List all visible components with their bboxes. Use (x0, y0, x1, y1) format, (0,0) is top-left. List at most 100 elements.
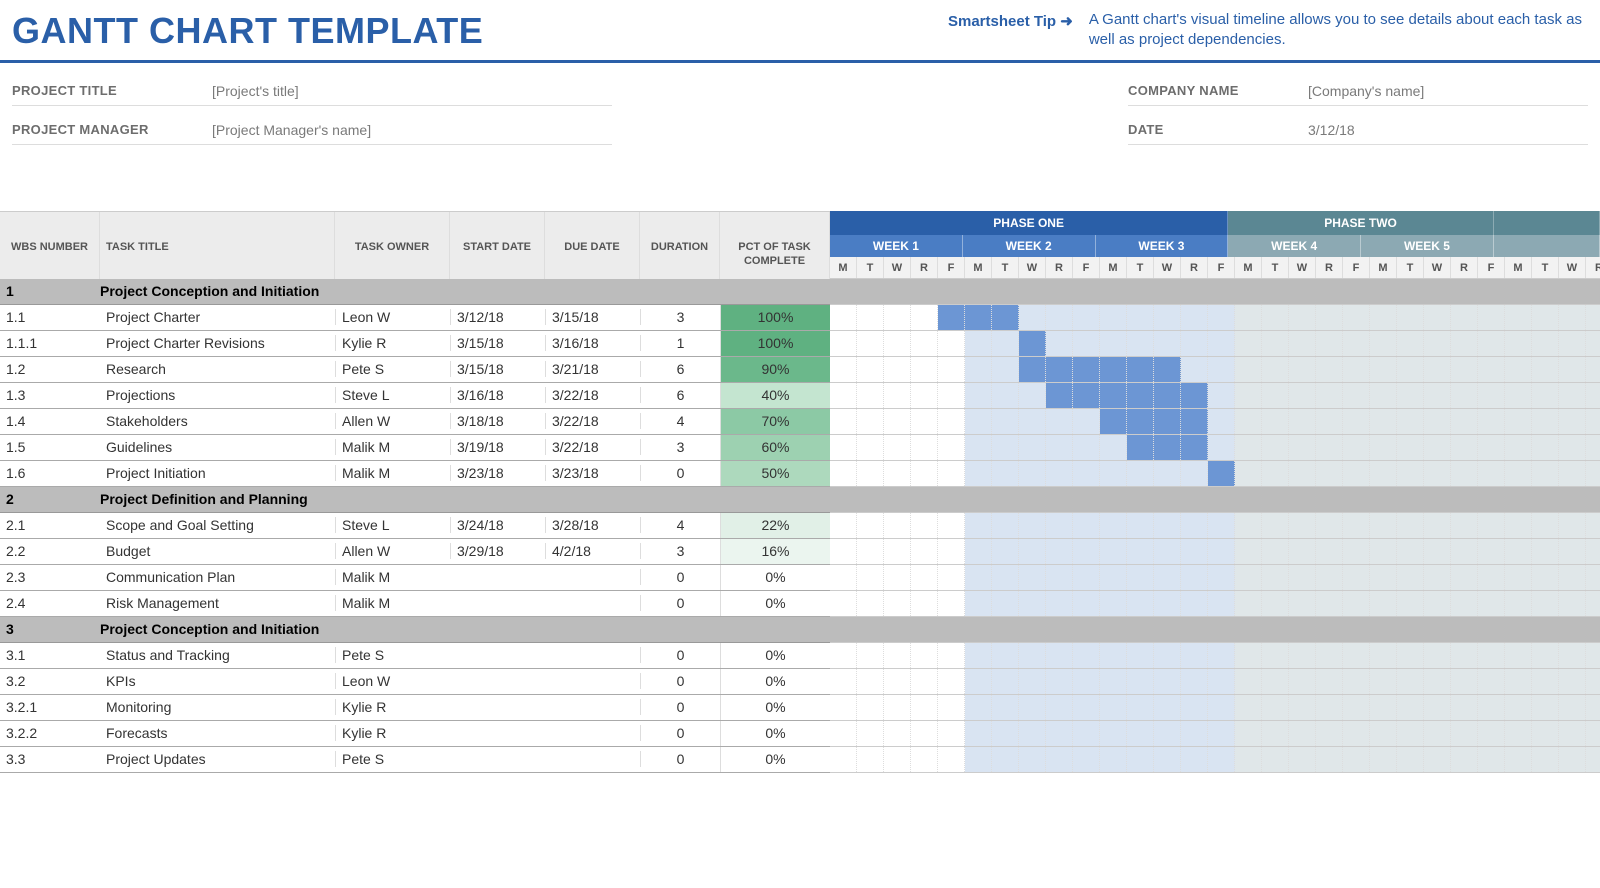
gantt-cell[interactable] (1559, 747, 1586, 772)
gantt-cell[interactable] (1127, 513, 1154, 538)
gantt-cell[interactable] (1370, 695, 1397, 720)
gantt-cell[interactable] (1100, 305, 1127, 330)
gantt-cell[interactable] (1154, 331, 1181, 356)
gantt-cell[interactable] (1235, 435, 1262, 460)
gantt-cell[interactable] (1127, 383, 1154, 408)
gantt-cell[interactable] (884, 305, 911, 330)
gantt-cell[interactable] (1478, 461, 1505, 486)
gantt-cell[interactable] (1532, 565, 1559, 590)
task-title[interactable]: Research (100, 361, 335, 377)
gantt-cell[interactable] (1073, 513, 1100, 538)
task-pct[interactable]: 0% (720, 591, 830, 616)
gantt-cell[interactable] (1100, 565, 1127, 590)
gantt-cell[interactable] (1181, 331, 1208, 356)
gantt-cell[interactable] (1208, 565, 1235, 590)
gantt-cell[interactable] (1478, 331, 1505, 356)
gantt-cell[interactable] (1424, 357, 1451, 382)
gantt-cell[interactable] (1073, 695, 1100, 720)
gantt-cell[interactable] (1235, 357, 1262, 382)
gantt-cell[interactable] (1370, 383, 1397, 408)
gantt-cell[interactable] (1478, 669, 1505, 694)
gantt-cell[interactable] (857, 513, 884, 538)
task-duration[interactable]: 3 (640, 439, 720, 455)
gantt-cell[interactable] (1451, 565, 1478, 590)
gantt-cell[interactable] (1154, 565, 1181, 590)
gantt-cell[interactable] (1235, 409, 1262, 434)
gantt-cell[interactable] (938, 747, 965, 772)
task-due[interactable]: 3/21/18 (545, 361, 640, 377)
task-title[interactable]: Communication Plan (100, 569, 335, 585)
task-duration[interactable]: 4 (640, 413, 720, 429)
gantt-cell[interactable] (1100, 331, 1127, 356)
gantt-cell[interactable] (1532, 591, 1559, 616)
gantt-cell[interactable] (1019, 383, 1046, 408)
gantt-cell[interactable] (1289, 409, 1316, 434)
gantt-cell[interactable] (992, 305, 1019, 330)
gantt-cell[interactable] (1100, 539, 1127, 564)
gantt-cell[interactable] (992, 357, 1019, 382)
gantt-cell[interactable] (1370, 409, 1397, 434)
task-row[interactable]: 3.1Status and TrackingPete S00% (0, 643, 830, 669)
gantt-cell[interactable] (965, 513, 992, 538)
gantt-cell[interactable] (1208, 383, 1235, 408)
task-duration[interactable]: 1 (640, 335, 720, 351)
task-pct[interactable]: 22% (720, 513, 830, 538)
gantt-cell[interactable] (1451, 513, 1478, 538)
gantt-cell[interactable] (1505, 409, 1532, 434)
task-owner[interactable]: Pete S (335, 751, 450, 767)
gantt-cell[interactable] (1289, 565, 1316, 590)
gantt-cell[interactable] (857, 539, 884, 564)
gantt-cell[interactable] (1451, 643, 1478, 668)
gantt-cell[interactable] (938, 565, 965, 590)
gantt-cell[interactable] (1046, 435, 1073, 460)
task-row[interactable]: 2.4Risk ManagementMalik M00% (0, 591, 830, 617)
task-pct[interactable]: 0% (720, 747, 830, 772)
gantt-cell[interactable] (1478, 357, 1505, 382)
gantt-cell[interactable] (992, 565, 1019, 590)
gantt-cell[interactable] (1559, 435, 1586, 460)
gantt-cell[interactable] (1208, 435, 1235, 460)
gantt-cell[interactable] (1073, 383, 1100, 408)
gantt-cell[interactable] (1586, 435, 1600, 460)
company-name-value[interactable]: [Company's name] (1308, 77, 1588, 106)
gantt-cell[interactable] (1154, 591, 1181, 616)
gantt-cell[interactable] (1343, 383, 1370, 408)
gantt-cell[interactable] (1046, 539, 1073, 564)
gantt-cell[interactable] (1235, 747, 1262, 772)
gantt-cell[interactable] (1235, 539, 1262, 564)
task-owner[interactable]: Allen W (335, 543, 450, 559)
gantt-cell[interactable] (938, 721, 965, 746)
gantt-cell[interactable] (1532, 721, 1559, 746)
gantt-cell[interactable] (1262, 721, 1289, 746)
task-duration[interactable]: 0 (640, 699, 720, 715)
gantt-cell[interactable] (1451, 409, 1478, 434)
gantt-cell[interactable] (1262, 643, 1289, 668)
gantt-cell[interactable] (1073, 409, 1100, 434)
gantt-cell[interactable] (1235, 721, 1262, 746)
gantt-cell[interactable] (1235, 383, 1262, 408)
gantt-cell[interactable] (1316, 305, 1343, 330)
task-owner[interactable]: Allen W (335, 413, 450, 429)
gantt-cell[interactable] (1397, 305, 1424, 330)
gantt-cell[interactable] (938, 513, 965, 538)
task-title[interactable]: Project Initiation (100, 465, 335, 481)
gantt-cell[interactable] (1424, 747, 1451, 772)
gantt-cell[interactable] (1559, 643, 1586, 668)
gantt-cell[interactable] (1019, 747, 1046, 772)
gantt-cell[interactable] (938, 591, 965, 616)
gantt-cell[interactable] (1505, 591, 1532, 616)
gantt-cell[interactable] (1100, 747, 1127, 772)
gantt-cell[interactable] (1343, 643, 1370, 668)
gantt-cell[interactable] (1343, 721, 1370, 746)
gantt-cell[interactable] (857, 331, 884, 356)
tip-label[interactable]: Smartsheet Tip ➜ (948, 10, 1073, 30)
gantt-cell[interactable] (992, 409, 1019, 434)
gantt-cell[interactable] (1208, 513, 1235, 538)
gantt-cell[interactable] (1559, 357, 1586, 382)
gantt-cell[interactable] (1127, 435, 1154, 460)
gantt-cell[interactable] (1100, 643, 1127, 668)
task-pct[interactable]: 0% (720, 669, 830, 694)
gantt-cell[interactable] (1127, 331, 1154, 356)
gantt-cell[interactable] (1289, 539, 1316, 564)
gantt-cell[interactable] (1019, 591, 1046, 616)
